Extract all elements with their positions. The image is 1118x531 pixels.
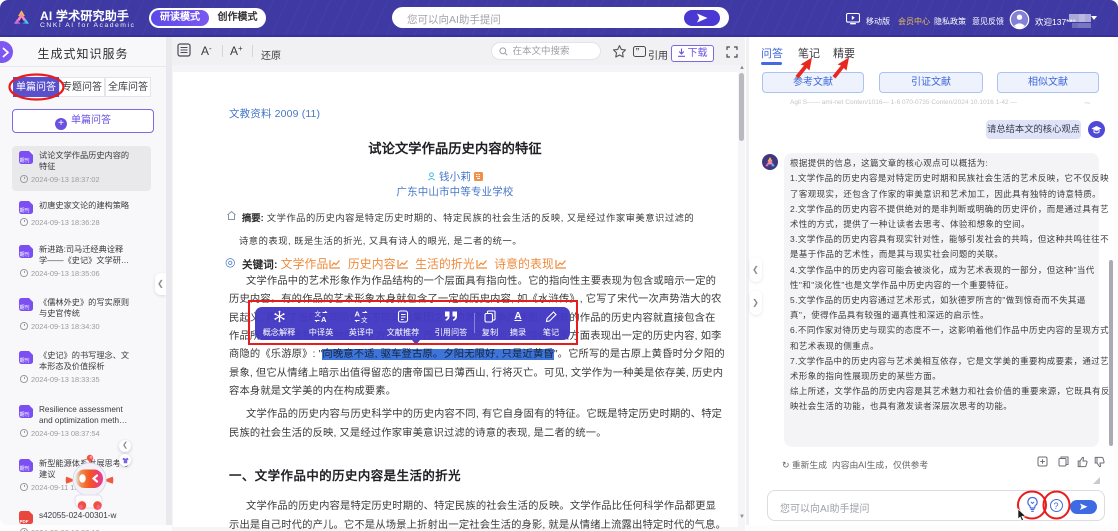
svg-text:文: 文: [361, 315, 368, 323]
svg-text:A: A: [355, 310, 361, 319]
svg-text:”: ”: [636, 47, 640, 56]
svg-text:A: A: [321, 315, 327, 323]
